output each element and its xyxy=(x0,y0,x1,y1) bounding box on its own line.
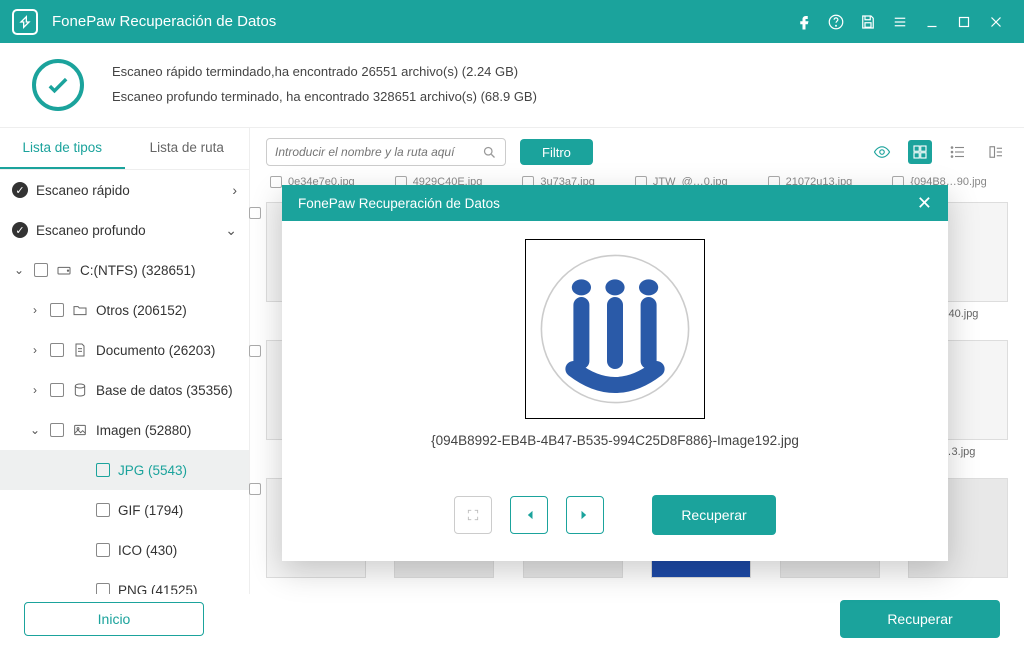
tree-drive-c[interactable]: ⌄ C:(NTFS) (328651) xyxy=(0,250,249,290)
app-logo xyxy=(12,9,38,35)
tree-png-label: PNG (41525) xyxy=(118,583,198,595)
view-list-icon[interactable] xyxy=(946,140,970,164)
next-button[interactable] xyxy=(566,496,604,534)
tree-gif[interactable]: GIF (1794) xyxy=(0,490,249,530)
view-detail-icon[interactable] xyxy=(984,140,1008,164)
filter-button[interactable]: Filtro xyxy=(520,139,593,165)
prev-button[interactable] xyxy=(510,496,548,534)
check-dot-icon: ✓ xyxy=(12,182,28,198)
scan-summary: Escaneo rápido termindado,ha encontrado … xyxy=(0,43,1024,128)
tree-imagen-label: Imagen (52880) xyxy=(96,423,191,438)
help-icon[interactable] xyxy=(820,6,852,38)
section-deep-scan[interactable]: ✓ Escaneo profundo ⌄ xyxy=(0,210,249,250)
summary-line-2: Escaneo profundo terminado, ha encontrad… xyxy=(112,85,537,110)
search-input-wrapper[interactable] xyxy=(266,138,506,166)
close-icon[interactable] xyxy=(980,6,1012,38)
tree-otros[interactable]: › Otros (206152) xyxy=(0,290,249,330)
minimize-icon[interactable] xyxy=(916,6,948,38)
section-quick-scan[interactable]: ✓ Escaneo rápido › xyxy=(0,170,249,210)
home-button[interactable]: Inicio xyxy=(24,602,204,636)
preview-filename: {094B8992-EB4B-4B47-B535-994C25D8F886}-I… xyxy=(431,433,799,448)
checkbox[interactable] xyxy=(50,383,64,397)
tab-types[interactable]: Lista de tipos xyxy=(0,128,125,169)
database-icon xyxy=(72,382,88,398)
tree-documento-label: Documento (26203) xyxy=(96,343,215,358)
checkbox[interactable] xyxy=(50,303,64,317)
fullscreen-button[interactable] xyxy=(454,496,492,534)
document-icon xyxy=(72,342,88,358)
checkbox[interactable] xyxy=(50,423,64,437)
tree-ico[interactable]: ICO (430) xyxy=(0,530,249,570)
checkbox[interactable] xyxy=(34,263,48,277)
drive-icon xyxy=(56,262,72,278)
checkbox[interactable] xyxy=(96,463,110,477)
folder-icon xyxy=(72,302,88,318)
section-quick-label: Escaneo rápido xyxy=(36,183,130,198)
chevron-right-icon: › xyxy=(28,383,42,397)
preview-modal: FonePaw Recuperación de Datos ✕ {094B899… xyxy=(282,185,948,561)
modal-titlebar: FonePaw Recuperación de Datos ✕ xyxy=(282,185,948,221)
chevron-down-icon: ⌄ xyxy=(12,263,26,277)
chevron-down-icon: ⌄ xyxy=(28,423,42,437)
tree-jpg[interactable]: JPG (5543) xyxy=(0,450,249,490)
checkbox[interactable] xyxy=(270,176,282,188)
section-deep-label: Escaneo profundo xyxy=(36,223,146,238)
checkbox[interactable] xyxy=(96,543,110,557)
tree-basedatos[interactable]: › Base de datos (35356) xyxy=(0,370,249,410)
checkbox[interactable] xyxy=(249,207,261,219)
tab-path[interactable]: Lista de ruta xyxy=(125,128,250,169)
tree-drive-label: C:(NTFS) (328651) xyxy=(80,263,196,278)
modal-recover-button[interactable]: Recuperar xyxy=(652,495,776,535)
tree-imagen[interactable]: ⌄ Imagen (52880) xyxy=(0,410,249,450)
check-icon xyxy=(32,59,84,111)
sidebar: Lista de tipos Lista de ruta ✓ Escaneo r… xyxy=(0,128,250,594)
app-title: FonePaw Recuperación de Datos xyxy=(52,13,276,30)
modal-title: FonePaw Recuperación de Datos xyxy=(298,196,500,211)
tree-basedatos-label: Base de datos (35356) xyxy=(96,383,233,398)
chevron-right-icon: › xyxy=(28,343,42,357)
preview-toggle-icon[interactable] xyxy=(870,140,894,164)
recover-button[interactable]: Recuperar xyxy=(840,600,1000,638)
menu-icon[interactable] xyxy=(884,6,916,38)
chevron-down-icon: ⌄ xyxy=(225,222,237,239)
maximize-icon[interactable] xyxy=(948,6,980,38)
tree-jpg-label: JPG (5543) xyxy=(118,463,187,478)
tree-otros-label: Otros (206152) xyxy=(96,303,187,318)
preview-image xyxy=(525,239,705,419)
image-icon xyxy=(72,422,88,438)
footer: Inicio Recuperar xyxy=(0,594,1024,644)
checkbox[interactable] xyxy=(96,583,110,594)
search-icon xyxy=(482,145,497,160)
checkbox[interactable] xyxy=(249,483,261,495)
search-input[interactable] xyxy=(275,145,482,159)
tree-ico-label: ICO (430) xyxy=(118,543,177,558)
chevron-right-icon: › xyxy=(28,303,42,317)
toolbar: Filtro xyxy=(250,128,1024,176)
chevron-right-icon: › xyxy=(232,182,237,198)
tree-png[interactable]: PNG (41525) xyxy=(0,570,249,594)
view-grid-icon[interactable] xyxy=(908,140,932,164)
tree-gif-label: GIF (1794) xyxy=(118,503,183,518)
titlebar: FonePaw Recuperación de Datos xyxy=(0,0,1024,43)
facebook-icon[interactable] xyxy=(788,6,820,38)
checkbox[interactable] xyxy=(249,345,261,357)
modal-close-icon[interactable]: ✕ xyxy=(917,193,932,214)
checkbox[interactable] xyxy=(50,343,64,357)
checkbox[interactable] xyxy=(96,503,110,517)
tree-documento[interactable]: › Documento (26203) xyxy=(0,330,249,370)
save-icon[interactable] xyxy=(852,6,884,38)
check-dot-icon: ✓ xyxy=(12,222,28,238)
summary-line-1: Escaneo rápido termindado,ha encontrado … xyxy=(112,60,537,85)
